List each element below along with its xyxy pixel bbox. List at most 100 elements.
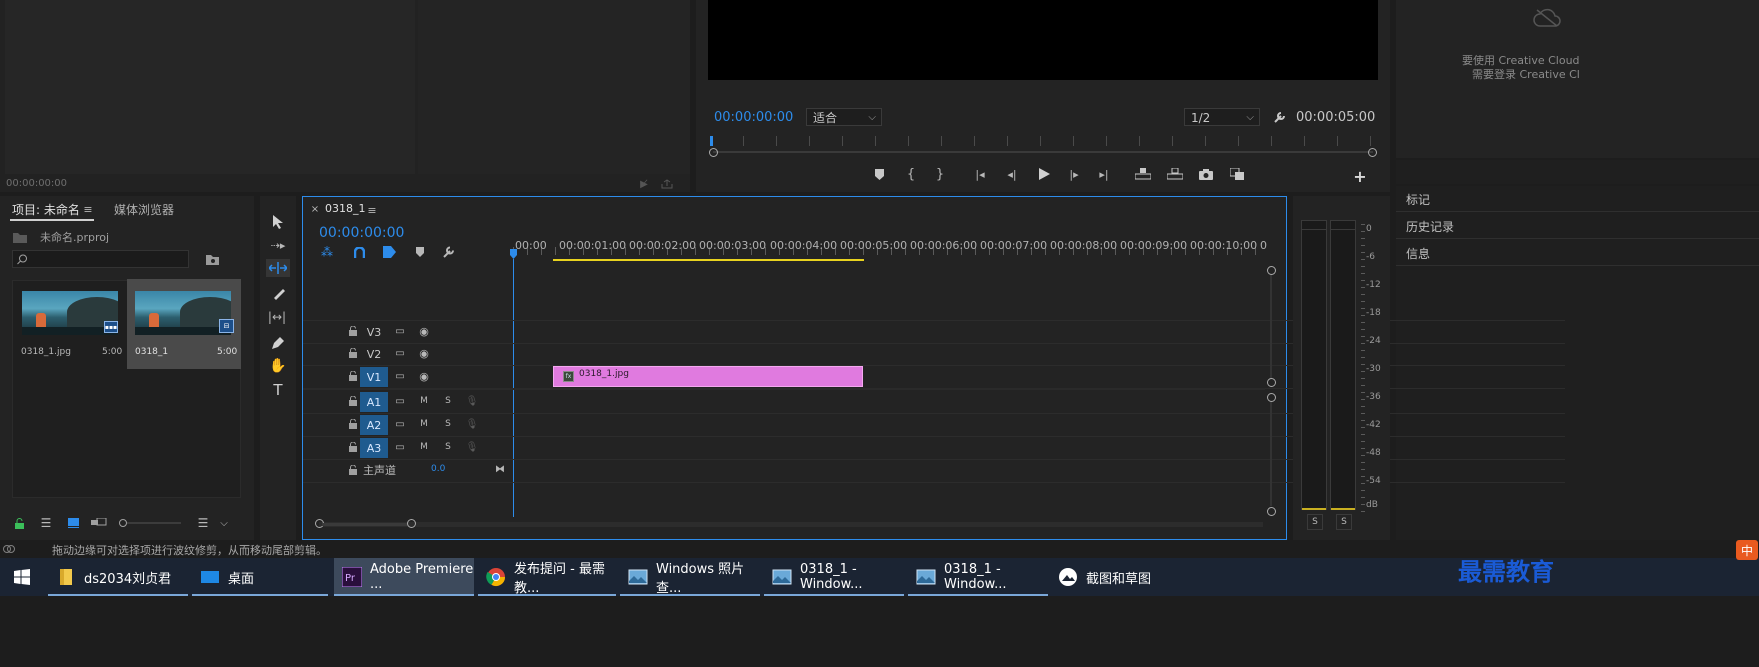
sort-icon[interactable]: ☰: [196, 516, 210, 530]
timeline-zoom-handle-right[interactable]: [407, 519, 416, 528]
play-icon[interactable]: [1036, 166, 1052, 182]
solo-button[interactable]: S: [441, 395, 455, 407]
solo-left-button[interactable]: S: [1307, 514, 1323, 530]
mark-out-icon[interactable]: }: [933, 166, 947, 182]
taskbar-item-premiere[interactable]: Pr Adobe Premiere ...: [334, 558, 474, 596]
sync-lock-icon[interactable]: ▭: [393, 418, 407, 430]
razor-tool-icon[interactable]: [268, 284, 288, 302]
eye-icon[interactable]: ◉: [417, 370, 431, 383]
track-label[interactable]: V1: [360, 367, 388, 387]
nest-toggle-icon[interactable]: ⁂: [319, 245, 335, 259]
taskbar-item-photos[interactable]: Windows 照片查...: [620, 558, 760, 596]
program-timecode[interactable]: 00:00:00:00: [714, 110, 793, 125]
go-to-in-icon[interactable]: |◂: [972, 166, 988, 182]
ime-indicator[interactable]: 中: [1736, 540, 1758, 560]
lift-icon[interactable]: [1134, 166, 1152, 182]
taskbar-item-snip[interactable]: 截图和草图: [1050, 558, 1190, 596]
hand-tool-icon[interactable]: ✋: [268, 357, 288, 375]
add-marker-icon[interactable]: [413, 245, 427, 259]
sync-lock-icon[interactable]: ▭: [393, 441, 407, 453]
go-to-out-icon[interactable]: ▸|: [1096, 166, 1112, 182]
zoom-scrollbar[interactable]: [713, 151, 1373, 153]
solo-button[interactable]: S: [441, 441, 455, 453]
eye-icon[interactable]: ◉: [417, 325, 431, 338]
source-monitor-viewer[interactable]: [5, 0, 415, 174]
audio-scroll-top-handle[interactable]: [1267, 393, 1276, 402]
close-icon[interactable]: ×: [310, 203, 320, 215]
extract-icon[interactable]: [1166, 166, 1184, 182]
add-marker-icon[interactable]: [872, 166, 886, 182]
icon-view-icon[interactable]: [66, 516, 80, 530]
sequence-tab[interactable]: 0318_1: [325, 202, 366, 215]
history-panel-tab[interactable]: 历史记录: [1406, 218, 1454, 235]
media-browser-tab[interactable]: 媒体浏览器: [114, 201, 174, 218]
taskbar-item-desktop[interactable]: 桌面: [192, 558, 328, 596]
insert-icon[interactable]: ▶̸: [636, 177, 652, 191]
lock-icon[interactable]: [347, 370, 359, 382]
lock-icon[interactable]: [347, 418, 359, 430]
audio-scrollbar[interactable]: [1270, 402, 1272, 506]
program-playhead[interactable]: [710, 136, 713, 146]
solo-right-button[interactable]: S: [1336, 514, 1352, 530]
export-frame-icon[interactable]: [659, 177, 675, 191]
step-back-icon[interactable]: ◂|: [1004, 166, 1020, 182]
video-scroll-bottom-handle[interactable]: [1267, 378, 1276, 387]
work-area-bar[interactable]: [553, 259, 864, 261]
info-panel-tab[interactable]: 信息: [1406, 245, 1430, 262]
track-divider[interactable]: [303, 388, 1265, 390]
program-scrub-ruler[interactable]: [710, 136, 1374, 146]
microphone-icon[interactable]: 🎙: [465, 418, 479, 430]
lock-icon[interactable]: [347, 325, 359, 337]
eye-icon[interactable]: ◉: [417, 347, 431, 360]
timeline-clip[interactable]: fx 0318_1.jpg: [553, 366, 863, 387]
solo-button[interactable]: S: [441, 418, 455, 430]
panel-menu-icon[interactable]: ≡: [82, 202, 94, 216]
mute-button[interactable]: M: [417, 418, 431, 430]
sync-lock-icon[interactable]: ▭: [393, 370, 407, 382]
track-label[interactable]: A1: [360, 392, 388, 412]
lock-icon[interactable]: [12, 516, 26, 530]
camera-icon[interactable]: [1198, 166, 1214, 182]
new-search-bin-icon[interactable]: [204, 251, 220, 267]
master-volume-value[interactable]: 0.0: [431, 464, 445, 474]
lock-icon[interactable]: [347, 395, 359, 407]
fit-dropdown[interactable]: 适合 ⌵: [806, 108, 882, 126]
track-select-tool-icon[interactable]: ⇢▸: [268, 236, 288, 254]
add-button-icon[interactable]: +: [1352, 167, 1368, 186]
selection-tool-icon[interactable]: [268, 213, 288, 231]
lock-icon[interactable]: [347, 347, 359, 359]
zoom-handle-right[interactable]: [1368, 148, 1377, 157]
ripple-edit-tool-icon[interactable]: [266, 259, 290, 277]
program-monitor-viewer[interactable]: [708, 0, 1378, 80]
project-item-image[interactable]: ▪▪▪ 0318_1.jpg 5:00: [14, 281, 126, 369]
microphone-icon[interactable]: 🎙: [465, 441, 479, 453]
sync-lock-icon[interactable]: ▭: [393, 325, 407, 337]
chevron-down-icon[interactable]: ⌵: [218, 516, 230, 530]
go-to-end-icon[interactable]: ⧓: [493, 462, 507, 476]
lock-icon[interactable]: [347, 464, 359, 476]
microphone-icon[interactable]: 🎙: [465, 395, 479, 407]
mute-button[interactable]: M: [417, 395, 431, 407]
freeform-view-icon[interactable]: [90, 516, 108, 530]
windows-start-icon[interactable]: [0, 558, 44, 596]
sync-lock-icon[interactable]: ▭: [393, 395, 407, 407]
track-label[interactable]: A3: [360, 438, 388, 458]
taskbar-item-folder[interactable]: ds2034刘贞君: [48, 558, 188, 596]
timeline-zoom-bar[interactable]: [319, 522, 1263, 527]
type-tool-icon[interactable]: T: [268, 381, 288, 399]
audio-scroll-bottom-handle[interactable]: [1267, 507, 1276, 516]
wrench-icon[interactable]: [1271, 109, 1287, 125]
sync-lock-icon[interactable]: ▭: [393, 347, 407, 359]
markers-panel-tab[interactable]: 标记: [1406, 191, 1430, 208]
track-label[interactable]: V3: [360, 322, 388, 342]
video-scroll-top-handle[interactable]: [1267, 266, 1276, 275]
taskbar-item-chrome[interactable]: 发布提问 - 最需教...: [478, 558, 616, 596]
track-label[interactable]: A2: [360, 415, 388, 435]
wrench-icon[interactable]: [441, 245, 457, 259]
zoom-slider[interactable]: [118, 516, 182, 530]
compare-view-icon[interactable]: [1228, 166, 1246, 182]
zoom-handle-left[interactable]: [709, 148, 718, 157]
step-forward-icon[interactable]: |▸: [1066, 166, 1082, 182]
mute-button[interactable]: M: [417, 441, 431, 453]
mark-in-icon[interactable]: {: [904, 166, 918, 182]
